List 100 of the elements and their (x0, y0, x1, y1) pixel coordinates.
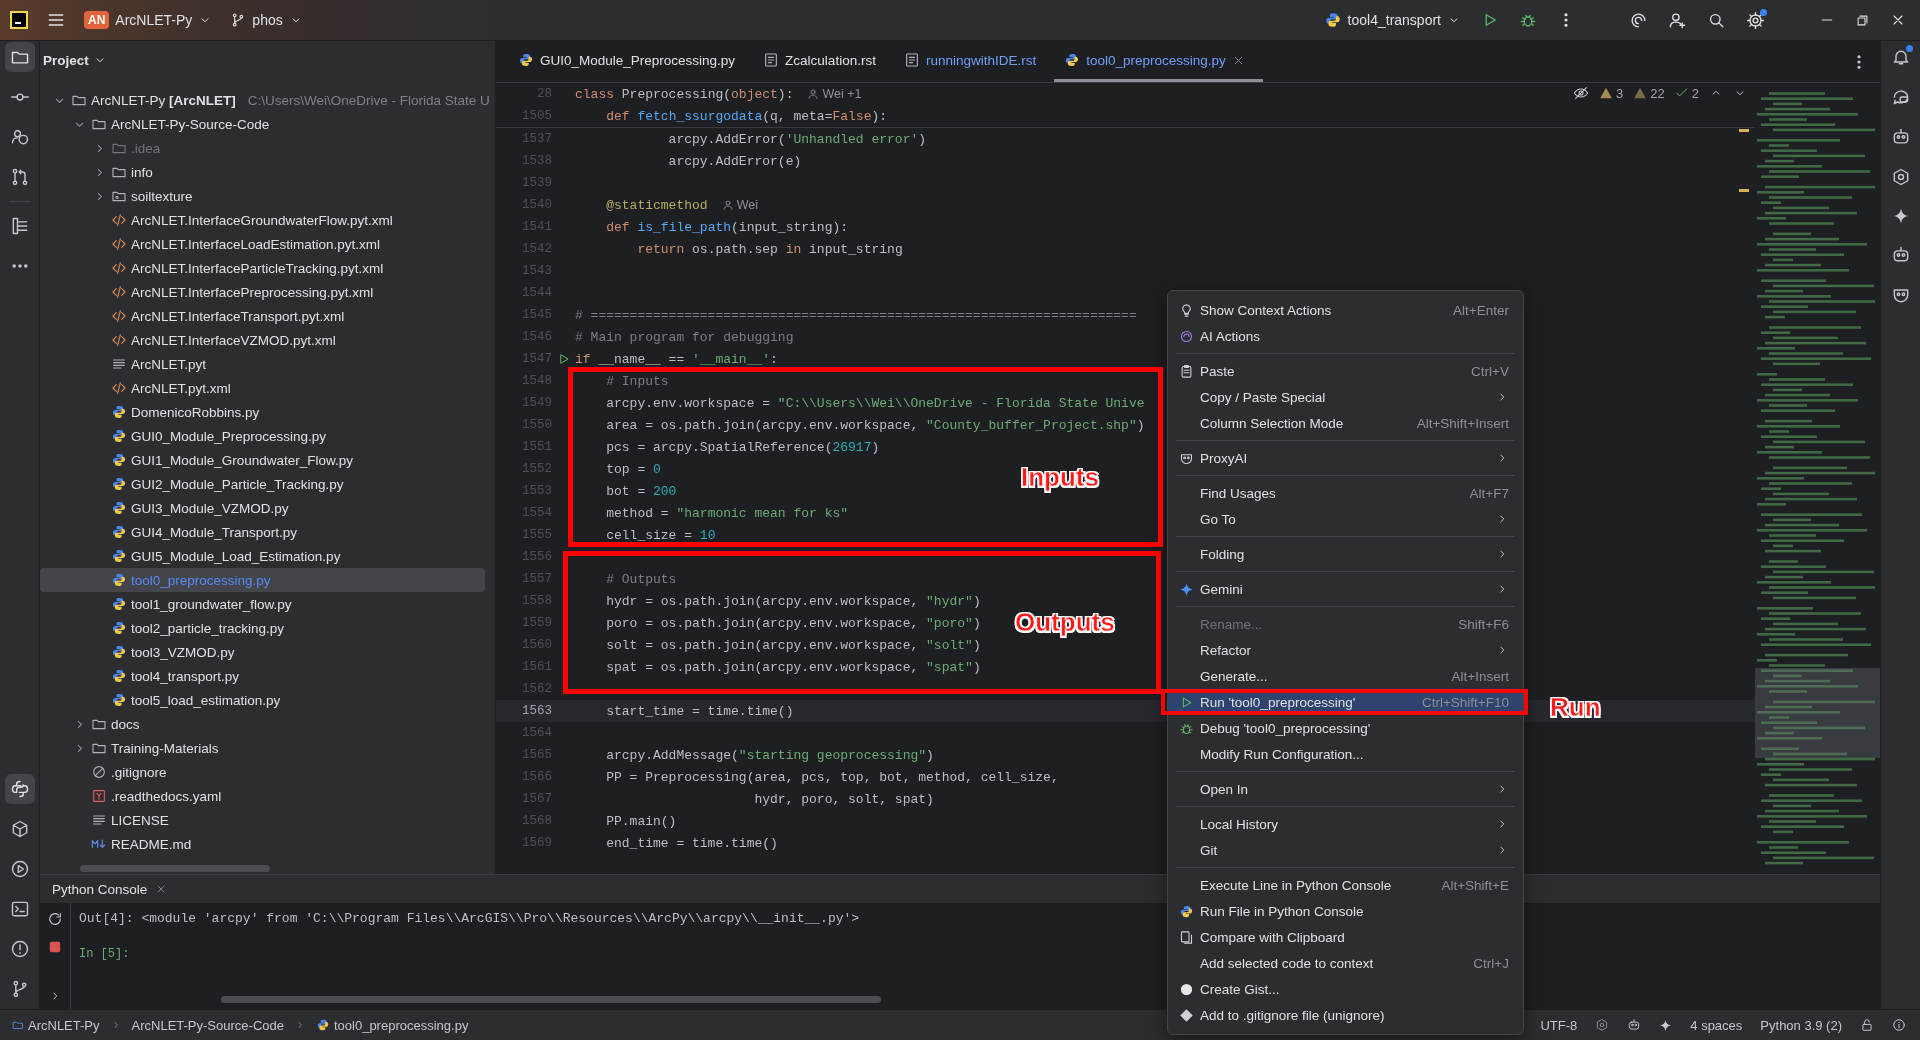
menu-item[interactable]: Find Usages Alt+F7 (1168, 480, 1523, 506)
menu-item[interactable]: Gemini (1168, 576, 1523, 602)
people-icon[interactable] (9, 127, 30, 147)
tree-item[interactable]: ArcNLET.InterfacePreprocessing.pyt.xml (40, 280, 485, 304)
menu-item[interactable]: Show Context Actions Alt+Enter (1168, 297, 1523, 323)
tree-item[interactable]: tool3_VZMOD.py (40, 640, 485, 664)
tree-item[interactable]: ArcNLET.pyt.xml (40, 376, 485, 400)
tree-item[interactable]: ArcNLET.pyt (40, 352, 485, 376)
interpreter-selector[interactable]: Python 3.9 (2) (1760, 1017, 1842, 1033)
tree-item[interactable]: docs (40, 712, 485, 736)
editor-tab[interactable]: Zcalculation.rst (753, 41, 894, 82)
menu-item[interactable]: ProxyAI (1168, 445, 1523, 471)
editor-tab[interactable]: runningwithIDE.rst (893, 41, 1055, 82)
warning-marker[interactable] (1739, 129, 1749, 132)
info-icon[interactable] (1892, 1018, 1906, 1032)
restore-icon[interactable] (1855, 12, 1870, 28)
menu-item[interactable]: Add to .gitignore file (unignore) (1168, 1002, 1523, 1028)
warning-marker[interactable] (1739, 189, 1749, 192)
encoding-selector[interactable]: UTF-8 (1540, 1017, 1578, 1033)
menu-item[interactable]: Column Selection Mode Alt+Shift+Insert (1168, 410, 1523, 436)
tree-item[interactable]: tool4_transport.py (40, 664, 485, 688)
console-tab[interactable]: Python Console (52, 881, 168, 897)
menu-item[interactable]: Refactor (1168, 637, 1523, 663)
prohibited-icon (91, 764, 107, 780)
run-config-selector[interactable]: tool4_transport (1323, 11, 1461, 29)
menu-item[interactable]: Modify Run Configuration... (1168, 741, 1523, 767)
tree-item[interactable]: LICENSE (40, 808, 485, 832)
tree-item[interactable]: soiltexture (40, 184, 485, 208)
editor-tab[interactable]: GUI0_Module_Preprocessing.py (508, 41, 754, 82)
settings-icon[interactable] (1746, 10, 1765, 30)
tree-item[interactable]: .readthedocs.yaml (40, 784, 485, 808)
tree-item[interactable]: tool1_groundwater_flow.py (40, 592, 485, 616)
menu-item[interactable]: Go To (1168, 506, 1523, 532)
project-view-selector[interactable]: Project (40, 41, 121, 79)
rerun-icon[interactable] (47, 911, 63, 927)
menu-item[interactable]: Generate... Alt+Insert (1168, 663, 1523, 689)
menu-item[interactable]: AI Actions (1168, 323, 1523, 349)
code-line: top = 0 (605, 461, 661, 477)
tree-item[interactable]: .gitignore (40, 760, 485, 784)
robot-icon[interactable] (1627, 1018, 1642, 1032)
tree-item[interactable]: ArcNLET.InterfaceParticleTracking.pyt.xml (40, 256, 485, 280)
stop-icon[interactable] (47, 939, 63, 955)
menu-item[interactable]: Compare with Clipboard (1168, 924, 1523, 950)
run-icon[interactable] (9, 859, 30, 879)
menu-item[interactable]: Debug 'tool0_preprocessing' (1168, 715, 1523, 741)
tree-item[interactable]: tool5_load_estimation.py (40, 688, 485, 712)
problems-icon[interactable] (9, 939, 30, 959)
swirl-icon[interactable] (1629, 10, 1648, 30)
tree-item[interactable]: DomenicoRobbins.py (40, 400, 485, 424)
menu-item[interactable]: Open In (1168, 776, 1523, 802)
tree-item[interactable]: GUI1_Module_Groundwater_Flow.py (40, 448, 485, 472)
python-icon (518, 52, 534, 68)
tree-item[interactable]: ArcNLET.InterfaceTransport.pyt.xml (40, 304, 485, 328)
typo-count[interactable]: 2 (1674, 85, 1699, 101)
sparkle-icon[interactable] (1659, 1018, 1673, 1032)
menu-item[interactable]: Local History (1168, 811, 1523, 837)
menu-item[interactable]: Folding (1168, 541, 1523, 567)
terminal-icon[interactable] (9, 899, 30, 919)
editor-tab[interactable]: tool0_preprocessing.py (1054, 41, 1263, 82)
tree-item[interactable]: GUI5_Module_Load_Estimation.py (40, 544, 485, 568)
tree-item[interactable]: Training-Materials (40, 736, 485, 760)
scrollbar[interactable] (221, 996, 881, 1003)
tree-item[interactable]: README.md (40, 832, 485, 856)
hexagon-icon[interactable] (1595, 1018, 1610, 1032)
breadcrumb[interactable]: ArcNLET-Py-Source-Code (131, 1017, 284, 1033)
scrollbar[interactable] (80, 865, 270, 872)
project-switcher[interactable]: AN ArcNLET-Py (84, 11, 213, 29)
menu-item[interactable]: Run File in Python Console (1168, 898, 1523, 924)
app-logo-icon[interactable] (10, 11, 28, 29)
menu-item[interactable]: Git (1168, 837, 1523, 863)
menu-item[interactable]: Create Gist... (1168, 976, 1523, 1002)
tree-item[interactable]: ArcNLET-Py-Source-Code (40, 112, 485, 136)
menu-item[interactable]: Add selected code to context Ctrl+J (1168, 950, 1523, 976)
tree-item[interactable]: ArcNLET.InterfaceLoadEstimation.pyt.xml (40, 232, 485, 256)
breadcrumb[interactable]: tool0_preprocessing.py (315, 1017, 469, 1033)
tree-item[interactable]: tool2_particle_tracking.py (40, 616, 485, 640)
indent-selector[interactable]: 4 spaces (1690, 1017, 1743, 1033)
python-icon (111, 476, 127, 492)
menu-item[interactable]: Execute Line in Python Console Alt+Shift+E (1168, 872, 1523, 898)
lock-icon[interactable] (1860, 1018, 1874, 1032)
branch-switcher[interactable]: phos (230, 12, 303, 28)
tree-item[interactable]: ArcNLET.InterfaceVZMOD.pyt.xml (40, 328, 485, 352)
menu-item[interactable]: Paste Ctrl+V (1168, 358, 1523, 384)
code-line: method = "harmonic mean for ks" (605, 505, 849, 521)
code-line: # Main program for debugging (575, 329, 794, 345)
tree-item[interactable]: GUI0_Module_Preprocessing.py (40, 424, 485, 448)
breadcrumb[interactable]: ArcNLET-Py (12, 1017, 100, 1033)
tree-item[interactable]: GUI2_Module_Particle_Tracking.py (40, 472, 485, 496)
warning-count[interactable]: 22 (1633, 85, 1665, 101)
tree-item[interactable]: GUI4_Module_Transport.py (40, 520, 485, 544)
tree-item[interactable]: ArcNLET.InterfaceGroundwaterFlow.pyt.xml (40, 208, 485, 232)
python-icon (111, 644, 127, 660)
hidden-icon[interactable] (1573, 85, 1590, 101)
tree-item[interactable]: GUI3_Module_VZMOD.py (40, 496, 485, 520)
tree-item[interactable]: info (40, 160, 485, 184)
python-console-icon[interactable] (9, 779, 30, 799)
error-count[interactable]: 3 (1599, 85, 1624, 101)
yaml-file-icon (91, 788, 107, 804)
author-hint: Wei +1 (807, 87, 862, 101)
menu-item[interactable]: Copy / Paste Special (1168, 384, 1523, 410)
